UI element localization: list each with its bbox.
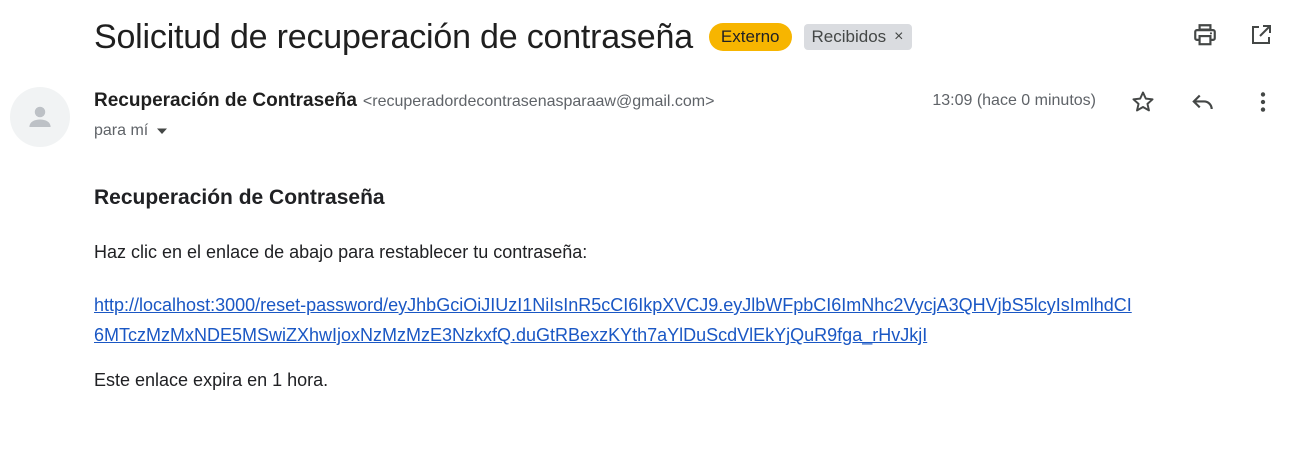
reply-icon bbox=[1192, 94, 1213, 110]
chevron-down-icon bbox=[157, 128, 168, 134]
subject-row: Solicitud de recuperación de contraseña … bbox=[94, 14, 912, 60]
recipient-details-toggle[interactable]: para mí bbox=[94, 122, 168, 140]
body-heading: Recuperación de Contraseña bbox=[94, 186, 385, 209]
print-button[interactable] bbox=[1192, 22, 1218, 48]
inbox-label-text: Recibidos bbox=[811, 27, 887, 46]
sender-name[interactable]: Recuperación de Contraseña bbox=[94, 90, 357, 112]
body-expiry-note: Este enlace expira en 1 hora. bbox=[94, 370, 329, 390]
more-options-button[interactable] bbox=[1250, 89, 1276, 115]
more-vert-icon bbox=[1260, 92, 1266, 112]
sender-email: <recuperadordecontrasenasparaaw@gmail.co… bbox=[362, 93, 715, 110]
email-body: Recuperación de Contraseña Haz clic en e… bbox=[94, 186, 1274, 390]
email-timestamp: 13:09 (hace 0 minutos) bbox=[932, 92, 1096, 109]
sender-line: Recuperación de Contraseña <recuperadord… bbox=[94, 90, 714, 112]
reset-password-link[interactable]: http://localhost:3000/reset-password/eyJ… bbox=[94, 290, 1134, 350]
sender-avatar[interactable] bbox=[10, 87, 70, 147]
external-badge: Externo bbox=[708, 23, 792, 51]
open-in-new-window-button[interactable] bbox=[1248, 22, 1274, 48]
open-in-new-icon bbox=[1252, 25, 1271, 44]
remove-label-button[interactable]: × bbox=[894, 26, 903, 48]
recipient-label: para mí bbox=[94, 122, 149, 139]
email-subject: Solicitud de recuperación de contraseña bbox=[94, 17, 693, 56]
email-view: Solicitud de recuperación de contraseña … bbox=[0, 0, 1300, 450]
reply-button[interactable] bbox=[1190, 89, 1216, 115]
message-actions bbox=[1130, 89, 1276, 115]
person-icon bbox=[29, 106, 51, 127]
print-icon bbox=[1194, 24, 1216, 46]
inbox-label-chip[interactable]: Recibidos × bbox=[803, 24, 912, 50]
thread-actions bbox=[1192, 22, 1274, 48]
star-icon bbox=[1132, 91, 1154, 112]
body-instructions: Haz clic en el enlace de abajo para rest… bbox=[94, 242, 588, 262]
star-button[interactable] bbox=[1130, 89, 1156, 115]
